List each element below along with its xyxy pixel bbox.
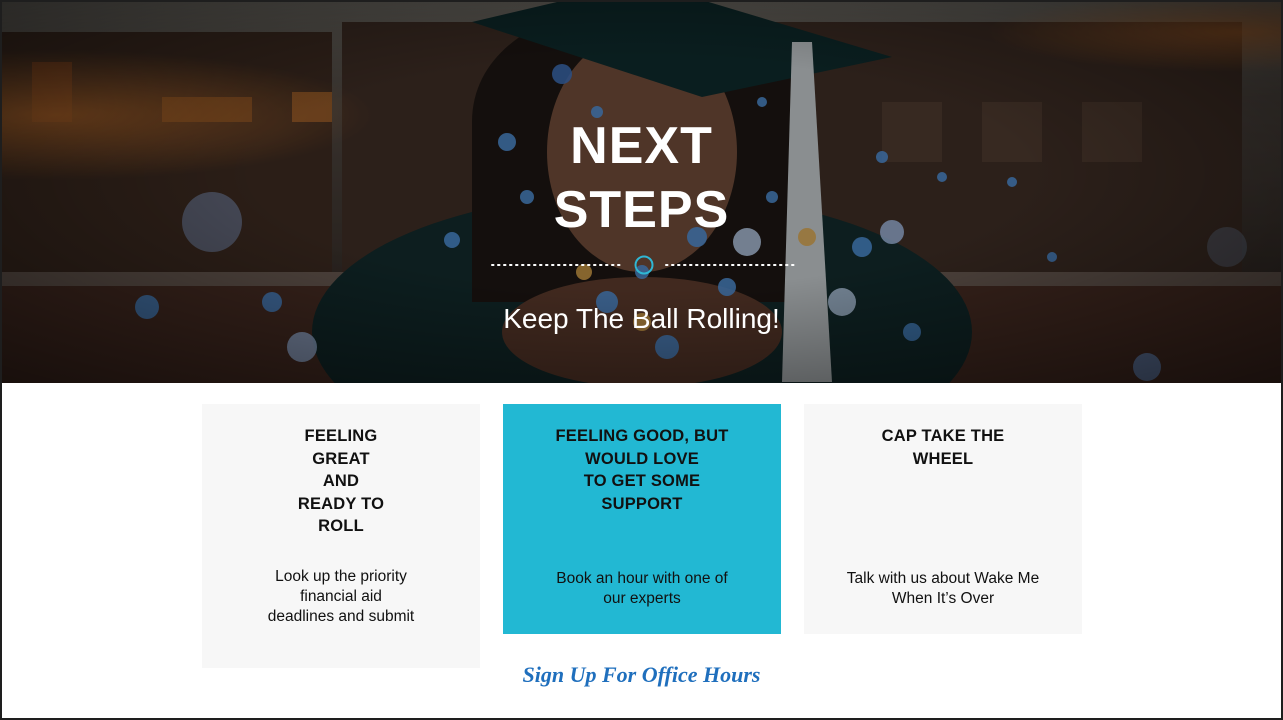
card-title-line: GREAT <box>312 449 370 468</box>
card-body: Look up the priority financial aid deadl… <box>202 567 480 627</box>
slide-frame: NEXT STEPS Keep The Ball Rolling! FEELIN… <box>0 0 1283 720</box>
card-body-line: When It’s Over <box>891 590 995 607</box>
card-title: CAP TAKE THE WHEEL <box>804 425 1082 470</box>
hero-title-line-1: NEXT <box>570 117 713 175</box>
card-body-line: deadlines and submit <box>267 608 415 625</box>
card-title-line: WHEEL <box>912 449 974 468</box>
card-body-line: financial aid <box>300 588 382 605</box>
hero-title: NEXT STEPS <box>2 114 1281 242</box>
hero-subtitle: Keep The Ball Rolling! <box>503 303 780 334</box>
card-title-line: ROLL <box>318 517 364 535</box>
card-title-line: AND <box>322 472 360 490</box>
card-cap-take-the-wheel: CAP TAKE THE WHEEL Talk with us about Wa… <box>804 404 1082 634</box>
hero-title-line-2: STEPS <box>553 181 730 239</box>
card-body-line: Talk with us about Wake Me <box>846 570 1040 587</box>
card-get-support: FEELING GOOD, BUT WOULD LOVE TO GET SOME… <box>503 404 781 634</box>
hero-banner: NEXT STEPS Keep The Ball Rolling! <box>2 2 1281 383</box>
card-title: FEELING GOOD, BUT WOULD LOVE TO GET SOME… <box>503 425 781 515</box>
card-ready-to-roll: FEELING GREAT AND READY TO ROLL Look up … <box>202 404 480 668</box>
card-title: FEELING GREAT AND READY TO ROLL <box>202 425 480 538</box>
card-title-line: FEELING <box>304 427 378 445</box>
card-title-line: WOULD LOVE <box>585 449 699 468</box>
card-title-line: FEELING GOOD, BUT <box>555 427 729 445</box>
sign-up-office-hours-link[interactable]: Sign Up For Office Hours <box>2 662 1281 688</box>
card-body: Book an hour with one of our experts <box>503 569 781 609</box>
card-title-line: CAP TAKE THE <box>881 427 1005 445</box>
card-body: Talk with us about Wake Me When It’s Ove… <box>804 569 1082 609</box>
card-title-line: TO GET SOME <box>583 472 701 490</box>
dotted-divider-icon <box>491 255 797 275</box>
card-body-line: our experts <box>603 590 681 607</box>
card-body-line: Look up the priority <box>275 568 407 585</box>
card-title-line: SUPPORT <box>601 494 683 513</box>
card-title-line: READY TO <box>297 494 385 513</box>
card-body-line: Book an hour with one of <box>556 570 728 587</box>
